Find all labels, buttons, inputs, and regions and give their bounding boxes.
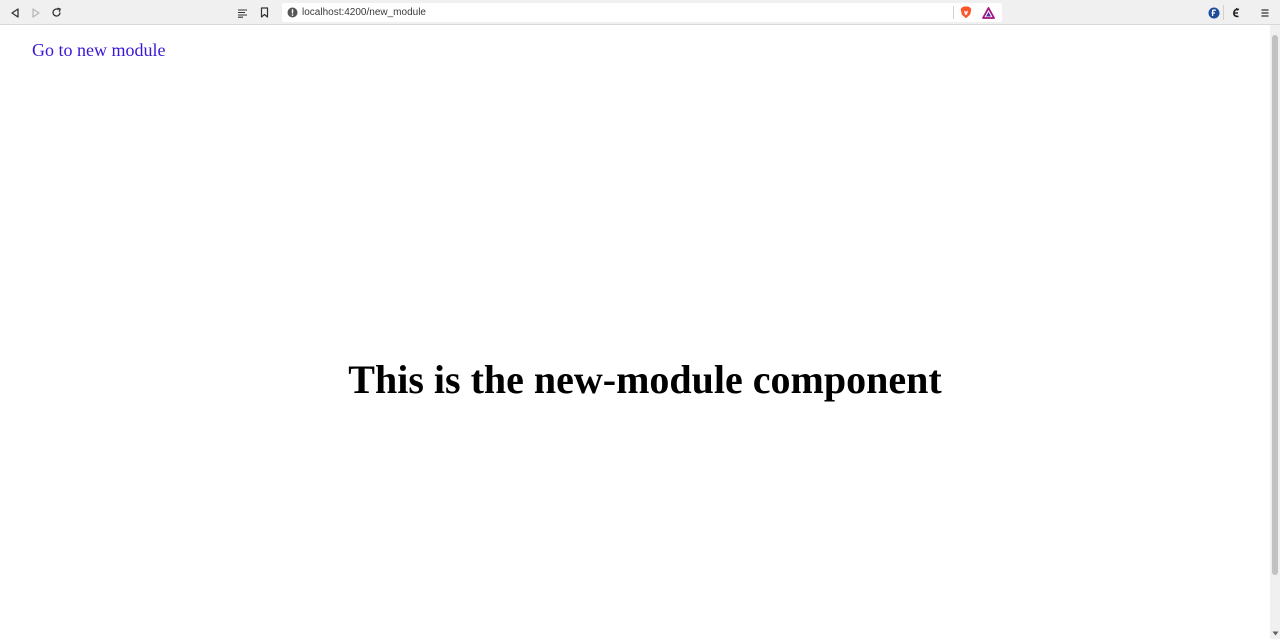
browser-toolbar: localhost:4200/new_module (0, 0, 1280, 25)
page-heading: This is the new-module component (348, 357, 942, 402)
extension-icon[interactable] (1205, 4, 1222, 21)
reload-icon[interactable] (48, 4, 65, 21)
bookmark-icon[interactable] (256, 4, 273, 21)
go-to-new-module-link[interactable]: Go to new module (32, 40, 165, 60)
address-bar[interactable]: localhost:4200/new_module (282, 3, 1002, 22)
page-content: Go to new module This is the new-module … (0, 25, 1270, 639)
scrollbar-thumb[interactable] (1272, 35, 1278, 575)
menu-icon[interactable] (1256, 4, 1273, 21)
forward-arrow-icon[interactable] (27, 4, 44, 21)
vertical-scrollbar[interactable] (1270, 25, 1280, 639)
brave-rewards-icon[interactable] (980, 4, 997, 21)
reader-mode-icon[interactable] (234, 4, 251, 21)
back-arrow-icon[interactable] (6, 4, 23, 21)
brave-shield-icon[interactable] (957, 4, 974, 21)
url-text[interactable]: localhost:4200/new_module (302, 5, 426, 20)
address-bar-divider (953, 6, 954, 19)
site-info-icon[interactable] (284, 4, 301, 21)
extension-icon[interactable] (1227, 4, 1244, 21)
toolbar-divider (1223, 5, 1224, 20)
scroll-down-arrow-icon[interactable] (1270, 629, 1280, 637)
